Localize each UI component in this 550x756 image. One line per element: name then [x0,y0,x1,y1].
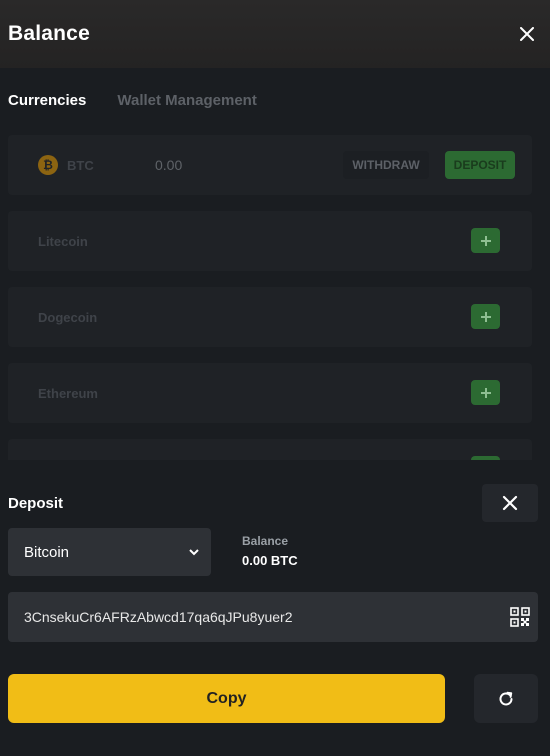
deposit-title: Deposit [8,495,64,512]
currency-select[interactable]: Bitcoin [8,528,211,576]
bitcoin-icon: ₿ [38,155,58,175]
deposit-panel: Deposit Bitcoin Balance 0.00 BTC 3Cnseku… [0,460,550,756]
currency-select-value: Bitcoin [24,543,70,561]
currency-amount: 0.00 [155,157,183,173]
tab-wallet-management[interactable]: Wallet Management [117,92,256,109]
deposit-address: 3CnsekuCr6AFRzAbwcd17qa6qJPu8yuer2 [24,609,293,625]
currency-row-dogecoin: Dogecoin [8,287,532,347]
plus-icon [480,311,491,322]
refresh-button[interactable] [474,674,538,723]
tab-currencies[interactable]: Currencies [8,92,86,109]
plus-icon [480,235,491,246]
deposit-close-button[interactable] [482,484,538,522]
currency-ticker: BTC [67,157,94,173]
plus-icon [480,387,491,398]
close-icon [520,27,534,41]
qr-code-icon[interactable] [510,607,530,627]
currency-row-btc: ₿ BTC 0.00 WITHDRAW DEPOSIT [8,135,532,195]
refresh-icon [499,691,513,705]
currency-name: Litecoin [38,233,88,249]
close-icon [502,495,518,511]
add-currency-button[interactable] [471,228,500,253]
currency-row-litecoin: Litecoin [8,211,532,271]
balance-label: Balance [242,534,289,548]
add-currency-button[interactable] [471,304,500,329]
modal-title: Balance [8,22,90,45]
copy-button[interactable]: Copy [8,674,445,723]
withdraw-button[interactable]: WITHDRAW [343,151,429,179]
currency-row-ethereum: Ethereum [8,363,532,423]
deposit-button[interactable]: DEPOSIT [445,151,515,179]
chevron-down-icon [189,549,199,556]
currency-name: Dogecoin [38,309,98,325]
currency-row-partial [8,439,532,460]
tab-bar: Currencies Wallet Management [8,92,257,109]
currency-list: ₿ BTC 0.00 WITHDRAW DEPOSIT Litecoin Dog… [8,135,532,460]
deposit-address-field[interactable]: 3CnsekuCr6AFRzAbwcd17qa6qJPu8yuer2 [8,592,538,642]
modal-header: Balance [0,0,550,68]
currency-name: Ethereum [38,385,98,401]
close-button[interactable] [512,19,542,49]
add-currency-button[interactable] [471,380,500,405]
balance-value: 0.00 BTC [242,553,298,568]
